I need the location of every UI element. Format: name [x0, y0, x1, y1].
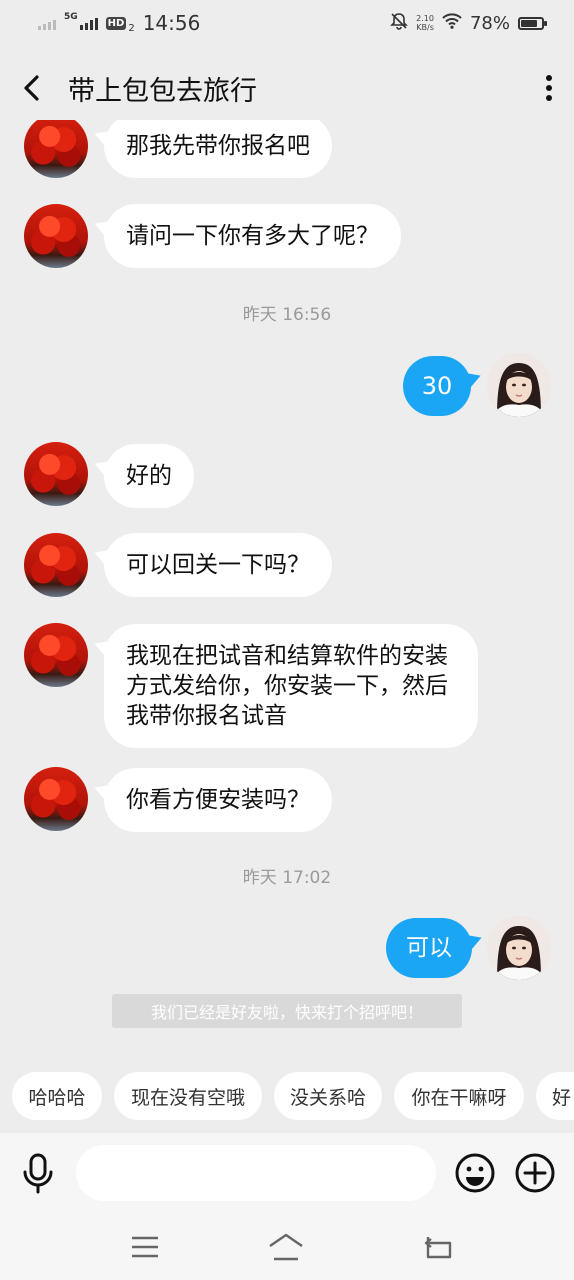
back-nav-button[interactable] — [418, 1231, 458, 1263]
wifi-icon — [442, 12, 462, 34]
received-message[interactable]: 我现在把试音和结算软件的安装 方式发给你，你安装一下，然后 我带你报名试音 — [104, 624, 478, 748]
back-button[interactable] — [4, 56, 60, 120]
hd-voice-icon: HD — [105, 16, 127, 30]
system-notice: 我们已经是好友啦，快来打个招呼吧！ — [112, 994, 462, 1028]
sent-message[interactable]: 30 — [403, 356, 471, 416]
signal-strong-icon — [79, 16, 98, 30]
quick-reply-chip[interactable]: 哈哈哈 — [12, 1072, 102, 1120]
smiley-icon — [455, 1153, 495, 1193]
quick-reply-chip[interactable]: 好 — [536, 1072, 574, 1120]
quick-reply-chip[interactable]: 现在没有空哦 — [114, 1072, 262, 1120]
more-options-button[interactable] — [524, 56, 574, 120]
time-divider: 昨天 17:02 — [242, 868, 332, 888]
contact-avatar[interactable] — [24, 442, 88, 506]
signal-weak-icon — [38, 16, 56, 30]
menu-icon — [132, 1236, 158, 1258]
voice-button[interactable] — [18, 1151, 58, 1195]
more-functions-button[interactable] — [514, 1152, 556, 1194]
contact-avatar[interactable] — [24, 623, 88, 687]
quick-reply-bar[interactable]: 哈哈哈 现在没有空哦 没关系哈 你在干嘛呀 好 — [0, 1072, 574, 1124]
microphone-icon — [23, 1153, 53, 1194]
received-message[interactable]: 请问一下你有多大了呢？ — [104, 204, 401, 268]
more-vertical-icon — [546, 75, 552, 101]
battery-percent: 78% — [469, 12, 510, 34]
network-type-label: 5G — [64, 12, 78, 22]
net-speed: 2.10 KB/s — [416, 14, 434, 32]
battery-icon — [518, 16, 547, 30]
back-icon — [424, 1237, 452, 1259]
received-message[interactable]: 好的 — [104, 444, 194, 508]
received-message[interactable]: 你看方便安装吗？ — [104, 768, 332, 832]
contact-avatar[interactable] — [24, 533, 88, 597]
my-avatar[interactable] — [487, 353, 551, 417]
status-time: 14:56 — [142, 11, 201, 35]
chat-header: 带上包包去旅行 — [0, 56, 574, 120]
sent-message[interactable]: 可以 — [386, 918, 472, 978]
bell-muted-icon — [390, 12, 409, 35]
girl-avatar-icon — [487, 916, 551, 980]
message-input[interactable] — [76, 1145, 436, 1201]
received-message[interactable]: 那我先带你报名吧 — [104, 120, 332, 178]
message-list[interactable]: 那我先带你报名吧 请问一下你有多大了呢？ 昨天 16:56 30 好的 可以回关… — [0, 120, 574, 1054]
system-nav-bar — [0, 1213, 574, 1280]
recent-apps-button[interactable] — [126, 1231, 166, 1263]
emoji-button[interactable] — [454, 1152, 496, 1194]
status-bar: 5G HD 2 14:56 2.10 KB/s 78% — [0, 0, 574, 46]
girl-avatar-icon — [487, 353, 551, 417]
hd-sub-label: 2 — [128, 22, 135, 34]
chevron-left-icon — [24, 75, 39, 101]
contact-avatar[interactable] — [24, 767, 88, 831]
plus-circle-icon — [515, 1153, 555, 1193]
input-bar — [0, 1133, 574, 1213]
chat-title: 带上包包去旅行 — [68, 75, 257, 107]
contact-avatar[interactable] — [24, 120, 88, 178]
time-divider: 昨天 16:56 — [242, 305, 332, 325]
quick-reply-chip[interactable]: 你在干嘛呀 — [394, 1072, 524, 1120]
received-message[interactable]: 可以回关一下吗？ — [104, 533, 332, 597]
home-icon — [269, 1233, 303, 1261]
contact-avatar[interactable] — [24, 204, 88, 268]
home-button[interactable] — [266, 1231, 306, 1263]
my-avatar[interactable] — [487, 916, 551, 980]
quick-reply-chip[interactable]: 没关系哈 — [274, 1072, 382, 1120]
